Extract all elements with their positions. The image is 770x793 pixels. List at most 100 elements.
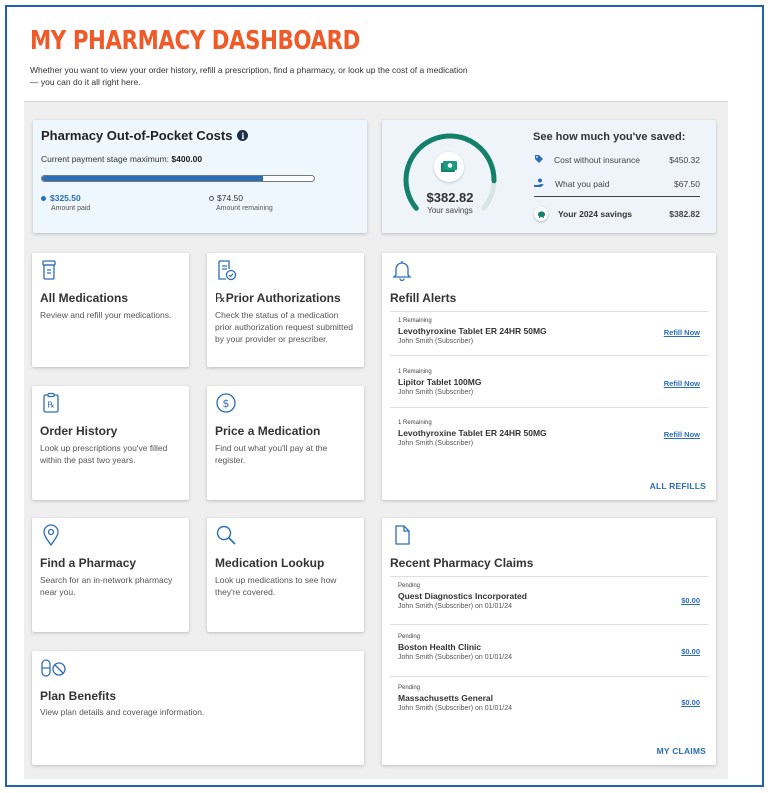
tile-find-a-pharmacy[interactable]: Find a Pharmacy Search for an in-network… (32, 518, 189, 632)
hand-coin-icon (534, 178, 545, 190)
tile-plan-benefits[interactable]: Plan Benefits View plan details and cove… (32, 651, 364, 765)
tile-title: All Medications (40, 291, 129, 305)
savings-row-label: What you paid (555, 179, 610, 189)
tile-price-a-medication[interactable]: $ Price a Medication Find out what you'l… (207, 386, 364, 500)
claim-amount-link[interactable]: $0.00 (681, 698, 700, 707)
magnifier-icon (216, 525, 236, 545)
claim-status: Pending (398, 634, 421, 640)
tile-title-text: Prior Authorizations (225, 291, 341, 305)
my-claims-link[interactable]: MY CLAIMS (657, 746, 706, 756)
tile-title: Plan Benefits (40, 689, 117, 703)
svg-text:$: $ (223, 397, 230, 410)
all-refills-link[interactable]: ALL REFILLS (650, 481, 706, 491)
payment-stage-max: $400.00 (171, 154, 203, 164)
pill-bottle-icon (42, 260, 56, 280)
info-icon[interactable]: i (237, 130, 249, 141)
refill-alert-row: 1 Remaining Lipitor Tablet 100MG John Sm… (390, 363, 708, 408)
payment-stage-label: Current payment stage maximum: $400.00 (41, 154, 202, 164)
document-check-icon (218, 260, 237, 281)
tile-prior-authorizations[interactable]: ℞Prior Authorizations Check the status o… (207, 253, 364, 367)
savings-row-label: Cost without insurance (554, 155, 640, 165)
refill-now-link[interactable]: Refill Now (664, 430, 700, 439)
refill-now-link[interactable]: Refill Now (664, 328, 700, 337)
tile-title: Order History (40, 424, 118, 438)
tile-description: Check the status of a medication prior a… (215, 310, 353, 344)
savings-amount-label: Your savings (427, 206, 473, 215)
payment-progress-fill (42, 176, 264, 181)
amount-remaining: $74.50 (209, 193, 243, 203)
bell-icon (392, 261, 412, 281)
savings-row-value: $382.82 (669, 209, 700, 219)
tag-icon (534, 154, 544, 166)
amount-paid-value: $325.50 (50, 193, 81, 203)
remaining-dot-icon (209, 195, 214, 201)
refill-alerts-card: Refill Alerts 1 Remaining Levothyroxine … (382, 253, 716, 500)
savings-amount: $382.82 (426, 190, 474, 205)
paid-dot-icon (41, 195, 46, 201)
page-intro: Whether you want to view your order hist… (30, 65, 468, 87)
refill-remaining: 1 Remaining (398, 318, 432, 324)
svg-text:℞: ℞ (48, 401, 55, 410)
location-pin-icon (43, 524, 59, 546)
refill-alerts-title: Refill Alerts (390, 291, 457, 305)
refill-now-link[interactable]: Refill Now (664, 379, 700, 388)
amount-paid: $325.50 (41, 193, 81, 203)
refill-alert-row: 1 Remaining Levothyroxine Tablet ER 24HR… (390, 311, 708, 356)
refill-alert-row: 1 Remaining Levothyroxine Tablet ER 24HR… (390, 414, 708, 459)
claim-status: Pending (398, 583, 421, 589)
savings-row-paid: What you paid $67.50 (534, 178, 700, 190)
pill-ban-icon (41, 659, 66, 677)
savings-row-value: $450.32 (669, 155, 700, 165)
tile-description: View plan details and coverage informati… (40, 707, 205, 717)
savings-row-total: Your 2024 savings $382.82 (534, 207, 700, 221)
savings-card: $382.82 Your savings See how much you've… (382, 120, 716, 233)
tile-description: Find out what you'll pay at the register… (215, 443, 328, 465)
refill-subscriber: John Smith (Subscriber) (398, 440, 474, 447)
tile-order-history[interactable]: ℞ Order History Look up prescriptions yo… (32, 386, 189, 500)
amount-remaining-label: Amount remaining (216, 205, 273, 212)
tile-title: Medication Lookup (215, 556, 325, 570)
page-title: MY PHARMACY DASHBOARD (30, 26, 360, 56)
claim-provider: Boston Health Clinic (398, 642, 482, 652)
claim-provider: Massachusetts General (398, 693, 493, 703)
tile-all-medications[interactable]: All Medications Review and refill your m… (32, 253, 189, 367)
savings-row-cost: Cost without insurance $450.32 (534, 154, 700, 166)
claims-title: Recent Pharmacy Claims (390, 556, 534, 570)
savings-row-value: $67.50 (674, 179, 700, 189)
claim-provider: Quest Diagnostics Incorporated (398, 591, 527, 601)
out-of-pocket-title: Pharmacy Out-of-Pocket Costs i (41, 128, 249, 143)
refill-medication-name: Lipitor Tablet 100MG (398, 377, 482, 387)
cash-icon (434, 152, 464, 182)
refill-medication-name: Levothyroxine Tablet ER 24HR 50MG (398, 326, 547, 336)
refill-medication-name: Levothyroxine Tablet ER 24HR 50MG (398, 428, 547, 438)
refill-remaining: 1 Remaining (398, 420, 432, 426)
claims-card: Recent Pharmacy Claims Pending Quest Dia… (382, 518, 716, 765)
tile-description: Review and refill your medications. (40, 310, 172, 320)
claim-subscriber: John Smith (Subscriber) on 01/01/24 (398, 603, 513, 610)
claim-amount-link[interactable]: $0.00 (681, 596, 700, 605)
tile-medication-lookup[interactable]: Medication Lookup Look up medications to… (207, 518, 364, 632)
claim-status: Pending (398, 685, 421, 691)
out-of-pocket-card: Pharmacy Out-of-Pocket Costs i Current p… (33, 120, 367, 233)
tile-title: Find a Pharmacy (40, 556, 137, 570)
rx-icon: ℞ (215, 291, 226, 305)
claim-row: Pending Boston Health Clinic John Smith … (390, 628, 708, 677)
amount-remaining-value: $74.50 (217, 193, 243, 203)
savings-title: See how much you've saved: (533, 131, 686, 143)
tile-description: Look up medications to see how they're c… (215, 575, 337, 597)
amount-paid-label: Amount paid (51, 205, 91, 212)
refill-remaining: 1 Remaining (398, 369, 432, 375)
claim-subscriber: John Smith (Subscriber) on 01/01/24 (398, 705, 513, 712)
tile-description: Search for an in-network pharmacy near y… (40, 575, 173, 597)
document-icon (395, 525, 410, 545)
tile-description: Look up prescriptions you've filled with… (40, 443, 168, 465)
dollar-circle-icon: $ (216, 393, 236, 413)
clipboard-rx-icon: ℞ (43, 392, 59, 413)
claim-row: Pending Massachusetts General John Smith… (390, 679, 708, 728)
claim-subscriber: John Smith (Subscriber) on 01/01/24 (398, 654, 513, 661)
refill-subscriber: John Smith (Subscriber) (398, 389, 474, 396)
out-of-pocket-title-text: Pharmacy Out-of-Pocket Costs (41, 128, 233, 143)
payment-stage-text: Current payment stage maximum: (41, 154, 170, 164)
claim-amount-link[interactable]: $0.00 (681, 647, 700, 656)
savings-row-label: Your 2024 savings (558, 209, 633, 219)
